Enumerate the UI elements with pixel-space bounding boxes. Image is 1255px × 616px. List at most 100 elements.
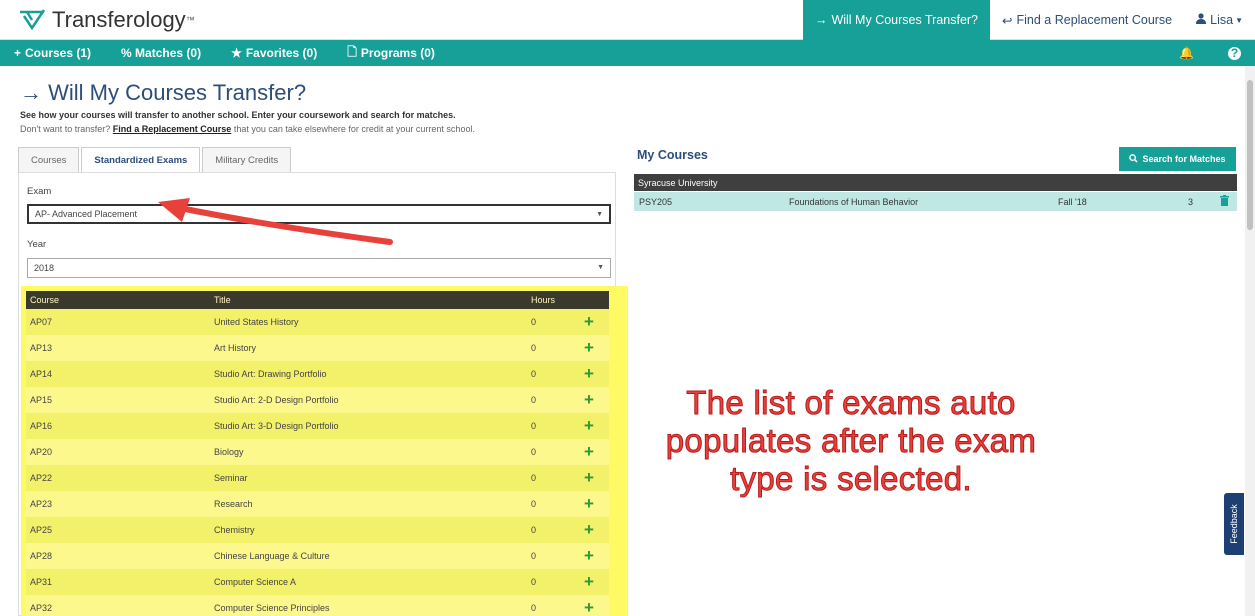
add-course-icon[interactable]: +	[569, 468, 609, 488]
tab-standardized-exams[interactable]: Standardized Exams	[81, 147, 201, 173]
row-course: AP25	[30, 525, 53, 535]
logo-check-icon	[20, 9, 46, 31]
add-course-icon[interactable]: +	[569, 390, 609, 410]
row-title: Studio Art: Drawing Portfolio	[214, 369, 327, 379]
nav-will-transfer[interactable]: → Will My Courses Transfer?	[802, 0, 991, 40]
row-title: Computer Science Principles	[214, 603, 330, 613]
secondary-nav: + Courses (1) % Matches (0) ★ Favorites (0…	[0, 40, 1255, 66]
logo[interactable]: Transferology ™	[18, 7, 195, 33]
row-title: United States History	[214, 317, 299, 327]
add-course-icon[interactable]: +	[569, 520, 609, 540]
university-header: Syracuse University	[634, 174, 1237, 191]
table-row: AP15 Studio Art: 2-D Design Portfolio 0 +	[26, 387, 609, 413]
add-course-icon[interactable]: +	[569, 364, 609, 384]
nav-find-replacement[interactable]: ↩ Find a Replacement Course	[990, 0, 1184, 40]
col-course: Course	[30, 295, 60, 305]
add-course-icon[interactable]: +	[569, 442, 609, 462]
row-title: Computer Science A	[214, 577, 297, 587]
brand-name: Transferology	[52, 7, 186, 32]
bell-icon[interactable]: 🔔	[1179, 46, 1194, 60]
row-title: Studio Art: 3-D Design Portfolio	[214, 421, 339, 431]
document-icon: 🗋	[347, 44, 357, 59]
add-course-icon[interactable]: +	[569, 494, 609, 514]
brand-tm: ™	[185, 15, 195, 25]
row-title: Research	[214, 499, 253, 509]
tab-military-credits[interactable]: Military Credits	[202, 147, 292, 173]
return-arrow-icon: ↩	[1002, 13, 1013, 28]
row-course: AP22	[30, 473, 53, 483]
row-hours: 0	[531, 551, 537, 561]
row-hours: 0	[531, 421, 537, 431]
row-hours: 0	[531, 369, 537, 379]
col-hours: Hours	[531, 295, 556, 305]
table-row: AP28 Chinese Language & Culture 0 +	[26, 543, 609, 569]
row-course: AP15	[30, 395, 53, 405]
row-hours: 0	[531, 525, 537, 535]
row-hours: 0	[531, 473, 537, 483]
row-course: AP20	[30, 447, 53, 457]
course-hours: 3	[1188, 196, 1194, 207]
my-courses-title: My Courses	[637, 148, 708, 162]
exam-label: Exam	[27, 186, 52, 197]
row-title: Biology	[214, 447, 244, 457]
row-title: Art History	[214, 343, 257, 353]
row-title: Chemistry	[214, 525, 255, 535]
add-course-icon[interactable]: +	[569, 338, 609, 358]
table-row: AP25 Chemistry 0 +	[26, 517, 609, 543]
row-course: AP31	[30, 577, 53, 587]
add-course-icon[interactable]: +	[569, 598, 609, 616]
page-description: See how your courses will transfer to an…	[20, 110, 456, 120]
row-hours: 0	[531, 499, 537, 509]
top-bar: Transferology ™ → Will My Courses Transfe…	[0, 0, 1255, 40]
user-menu[interactable]: Lisa ▼	[1184, 0, 1255, 40]
row-title: Seminar	[214, 473, 248, 483]
trash-icon[interactable]	[1220, 195, 1229, 208]
grid-header: Course Title Hours	[26, 291, 609, 309]
scroll-thumb[interactable]	[1247, 80, 1253, 230]
annotation-arrow	[158, 198, 393, 245]
row-course: AP07	[30, 317, 53, 327]
input-tabs: Courses Standardized Exams Military Cred…	[18, 147, 293, 173]
search-icon	[1129, 153, 1139, 165]
help-icon[interactable]: ?	[1228, 46, 1241, 60]
row-course: AP23	[30, 499, 53, 509]
table-row: AP20 Biology 0 +	[26, 439, 609, 465]
row-course: AP16	[30, 421, 53, 431]
arrow-right-icon: →	[20, 80, 42, 105]
user-icon	[1196, 13, 1207, 27]
caret-down-icon: ▼	[1235, 15, 1243, 25]
table-row: AP22 Seminar 0 +	[26, 465, 609, 491]
nav-favorites[interactable]: ★ Favorites (0)	[231, 46, 317, 60]
plus-icon: +	[14, 46, 22, 60]
table-row: AP31 Computer Science A 0 +	[26, 569, 609, 595]
star-icon: ★	[231, 46, 242, 60]
row-course: AP14	[30, 369, 53, 379]
my-course-row: PSY205 Foundations of Human Behavior Fal…	[634, 192, 1237, 211]
search-matches-button[interactable]: Search for Matches	[1119, 147, 1236, 171]
nav-programs[interactable]: 🗋 Programs (0)	[347, 43, 435, 64]
course-title: Foundations of Human Behavior	[789, 196, 919, 207]
row-hours: 0	[531, 603, 537, 613]
row-course: AP28	[30, 551, 53, 561]
feedback-tab[interactable]: Feedback	[1224, 493, 1244, 555]
course-code: PSY205	[639, 196, 673, 207]
tab-courses[interactable]: Courses	[18, 147, 80, 173]
nav-courses[interactable]: + Courses (1)	[14, 46, 91, 60]
row-title: Chinese Language & Culture	[214, 551, 330, 561]
page-subdescription: Don't want to transfer? Find a Replaceme…	[20, 124, 475, 134]
page-title: → Will My Courses Transfer?	[20, 80, 307, 105]
table-row: AP13 Art History 0 +	[26, 335, 609, 361]
table-row: AP07 United States History 0 +	[26, 309, 609, 335]
add-course-icon[interactable]: +	[569, 546, 609, 566]
add-course-icon[interactable]: +	[569, 572, 609, 592]
nav-matches[interactable]: % Matches (0)	[121, 46, 201, 60]
year-select[interactable]: 2018 ▼	[27, 258, 611, 278]
add-course-icon[interactable]: +	[569, 416, 609, 436]
row-hours: 0	[531, 317, 537, 327]
table-row: AP14 Studio Art: Drawing Portfolio 0 +	[26, 361, 609, 387]
find-replacement-link[interactable]: Find a Replacement Course	[113, 124, 232, 134]
arrow-right-icon: →	[814, 13, 828, 27]
row-title: Studio Art: 2-D Design Portfolio	[214, 395, 339, 405]
add-course-icon[interactable]: +	[569, 312, 609, 332]
select-caret-icon: ▼	[597, 264, 604, 271]
